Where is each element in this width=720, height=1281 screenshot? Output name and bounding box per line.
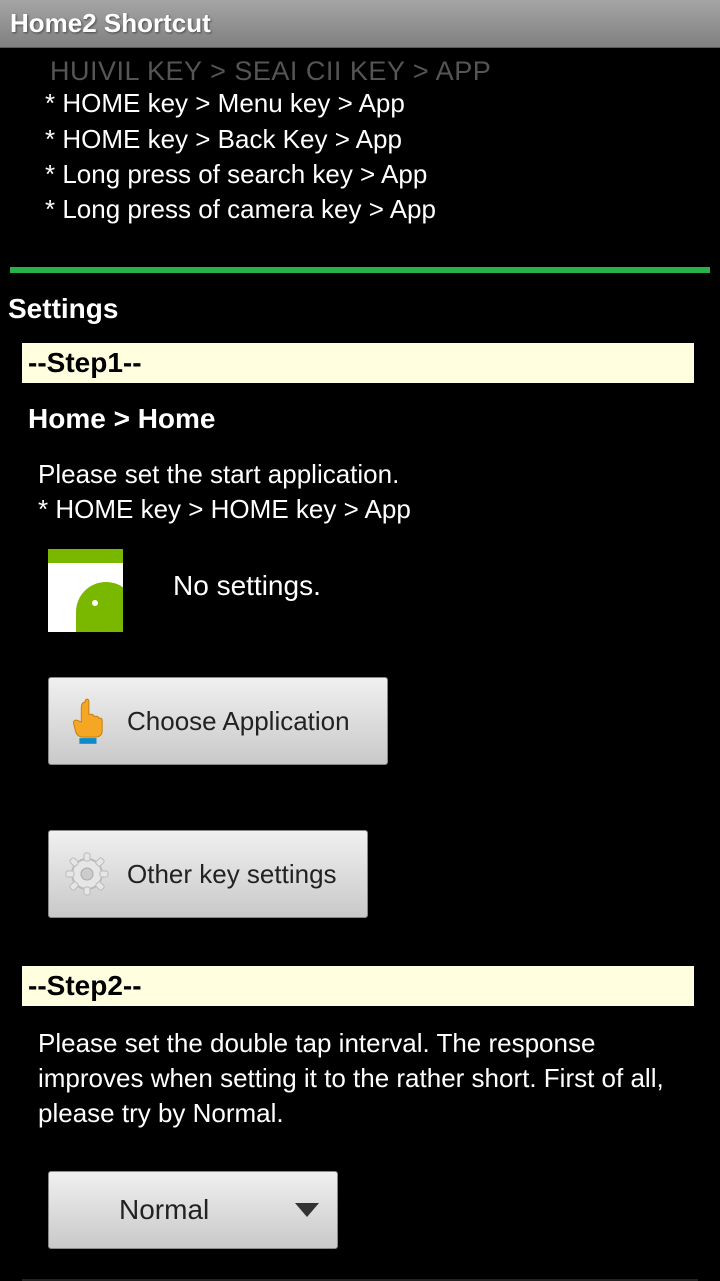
intro-line: * Long press of camera key > App [45, 192, 675, 227]
app-title: Home2 Shortcut [10, 8, 211, 39]
no-settings-text: No settings. [173, 570, 321, 602]
choose-application-label: Choose Application [127, 706, 350, 737]
step1-desc-line2: * HOME key > HOME key > App [38, 492, 720, 527]
step1-desc-line1: Please set the start application. [38, 457, 720, 492]
intro-line: * HOME key > Menu key > App [45, 86, 675, 121]
intro-line: * HOME key > Back Key > App [45, 122, 675, 157]
interval-dropdown-value: Normal [119, 1194, 209, 1226]
current-app-row: Android No settings. [48, 549, 720, 632]
other-key-settings-label: Other key settings [127, 859, 337, 890]
app-title-bar: Home2 Shortcut [0, 0, 720, 48]
pointer-hand-icon [57, 691, 117, 751]
step2-description: Please set the double tap interval. The … [0, 1006, 720, 1171]
other-key-settings-button[interactable]: Other key settings [48, 830, 368, 918]
choose-application-button[interactable]: Choose Application [48, 677, 388, 765]
android-icon-label: Android [52, 549, 87, 559]
interval-dropdown[interactable]: Normal [48, 1171, 338, 1249]
step1-header: --Step1-- [22, 343, 694, 383]
settings-header: Settings [0, 273, 720, 343]
step1-breadcrumb: Home > Home [0, 383, 720, 457]
intro-line: * Long press of search key > App [45, 157, 675, 192]
intro-partial-line: HUIVIL KEY > SEAI CII KEY > APP [45, 53, 675, 89]
chevron-down-icon [295, 1203, 319, 1217]
android-icon: Android [48, 549, 123, 632]
step2-header: --Step2-- [22, 966, 694, 1006]
intro-shortcuts-list: HUIVIL KEY > SEAI CII KEY > APP * HOME k… [0, 48, 720, 267]
gear-icon [57, 844, 117, 904]
step1-description: Please set the start application. * HOME… [0, 457, 720, 549]
